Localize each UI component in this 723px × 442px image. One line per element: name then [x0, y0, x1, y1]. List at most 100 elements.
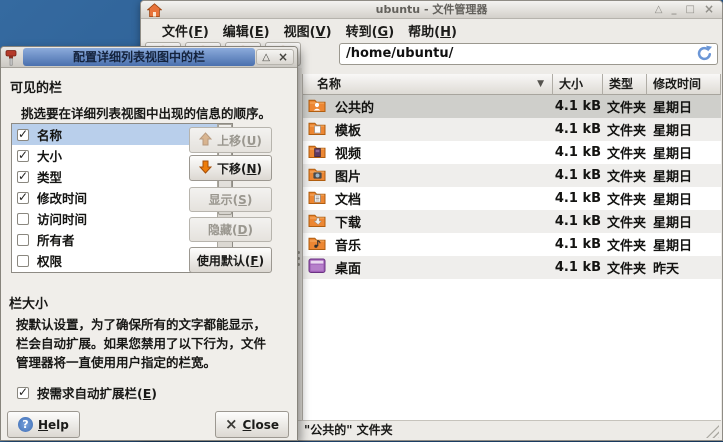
- help-icon: [18, 417, 33, 432]
- file-row[interactable]: 图片4.1 kB文件夹星期日: [303, 164, 721, 187]
- dialog-shade-icon[interactable]: [262, 52, 270, 63]
- button-label: 显示(S): [209, 191, 253, 208]
- menu-item-help[interactable]: 帮助(H): [401, 20, 464, 41]
- public-folder-icon: [308, 97, 326, 117]
- column-header-modified[interactable]: 修改时间: [647, 74, 721, 95]
- documents-folder-icon: [308, 189, 326, 209]
- menubar: 文件(F)编辑(E)视图(V)转到(G)帮助(H): [141, 19, 722, 41]
- file-type-cell: 文件夹: [603, 97, 647, 116]
- auto-expand-checkbox-row[interactable]: 按需求自动扩展栏(E): [17, 383, 157, 402]
- column-list-item[interactable]: 类型: [12, 166, 217, 187]
- file-row[interactable]: 桌面4.1 kB文件夹昨天: [303, 256, 721, 279]
- file-type-cell: 文件夹: [603, 120, 647, 139]
- minimize-icon[interactable]: [671, 1, 676, 19]
- file-name-cell: 下载: [303, 212, 553, 232]
- column-header-type[interactable]: 类型: [603, 74, 647, 95]
- column-checkbox[interactable]: [17, 255, 29, 267]
- file-name-cell: 视频: [303, 143, 553, 163]
- file-name-cell: 文档: [303, 189, 553, 209]
- column-list-item[interactable]: 大小: [12, 145, 217, 166]
- file-name-label: 模板: [335, 120, 361, 139]
- resize-grip[interactable]: [706, 425, 719, 438]
- move-up-button: 上移(U): [189, 127, 272, 153]
- dialog-titlebar[interactable]: 配置详细列表视图中的栏: [1, 47, 297, 68]
- file-name-cell: 音乐: [303, 235, 553, 255]
- column-checkbox[interactable]: [17, 234, 29, 246]
- maximize-icon[interactable]: [685, 1, 694, 19]
- menu-item-go[interactable]: 转到(G): [339, 20, 402, 41]
- column-label: 名称: [37, 125, 62, 144]
- location-input[interactable]: /home/ubuntu/: [339, 43, 718, 65]
- file-type-cell: 文件夹: [603, 166, 647, 185]
- file-type-cell: 文件夹: [603, 189, 647, 208]
- description-line: 管理器将一直使用用户指定的栏宽。: [16, 353, 266, 372]
- file-name-label: 公共的: [335, 97, 374, 116]
- column-list-item[interactable]: 权限: [12, 250, 217, 271]
- close-icon[interactable]: [704, 0, 714, 20]
- menu-item-view[interactable]: 视图(V): [277, 20, 339, 41]
- show-button: 显示(S): [189, 187, 272, 212]
- column-checkbox[interactable]: [17, 171, 29, 183]
- column-checkbox[interactable]: [17, 192, 29, 204]
- column-checkbox[interactable]: [17, 213, 29, 225]
- dialog-title: 配置详细列表视图中的栏: [23, 47, 255, 68]
- file-type-cell: 文件夹: [603, 235, 647, 254]
- columns-list: 名称大小类型修改时间访问时间所有者权限: [12, 124, 217, 272]
- file-size-cell: 4.1 kB: [553, 191, 603, 206]
- file-name-label: 下载: [335, 212, 361, 231]
- file-row[interactable]: 视频4.1 kB文件夹星期日: [303, 141, 721, 164]
- file-name-label: 图片: [335, 166, 361, 185]
- use-default-button[interactable]: 使用默认(F): [189, 247, 272, 273]
- videos-folder-icon: [308, 143, 326, 163]
- file-size-cell: 4.1 kB: [553, 168, 603, 183]
- list-column-headers: 名称▼大小类型修改时间: [303, 74, 721, 95]
- column-size-description: 按默认设置，为了确保所有的文字都能显示，栏会自动扩展。如果您禁用了以下行为，文件…: [16, 315, 266, 372]
- file-row[interactable]: 文档4.1 kB文件夹星期日: [303, 187, 721, 210]
- help-button[interactable]: Help: [7, 411, 80, 438]
- menu-item-edit[interactable]: 编辑(E): [216, 20, 277, 41]
- column-checkbox[interactable]: [17, 129, 29, 141]
- screwdriver-icon: [4, 49, 21, 70]
- file-row[interactable]: 音乐4.1 kB文件夹星期日: [303, 233, 721, 256]
- down-arrow-icon: [199, 160, 212, 177]
- file-name-cell: 桌面: [303, 258, 553, 278]
- column-label: 权限: [37, 251, 62, 270]
- refresh-icon[interactable]: [696, 45, 714, 63]
- column-label: 大小: [37, 146, 62, 165]
- main-window-titlebar[interactable]: ubuntu - 文件管理器: [141, 1, 722, 19]
- column-header-name[interactable]: 名称▼: [303, 74, 553, 95]
- file-modified-cell: 星期日: [647, 235, 721, 254]
- file-size-cell: 4.1 kB: [553, 237, 603, 252]
- main-window-controls: [655, 1, 714, 19]
- desktop: ubuntu - 文件管理器 文件(F)编辑(E)视图(V)转到(G)帮助(H)…: [0, 0, 723, 442]
- column-label: 所有者: [37, 230, 75, 249]
- list-rows: 公共的4.1 kB文件夹星期日模板4.1 kB文件夹星期日视频4.1 kB文件夹…: [303, 95, 721, 420]
- file-name-cell: 图片: [303, 166, 553, 186]
- column-list-item[interactable]: 访问时间: [12, 208, 217, 229]
- file-name-cell: 模板: [303, 120, 553, 140]
- column-list-item[interactable]: 修改时间: [12, 187, 217, 208]
- close-button[interactable]: Close: [215, 411, 289, 438]
- hide-button: 隐藏(D): [189, 217, 272, 242]
- menu-item-file[interactable]: 文件(F): [155, 20, 216, 41]
- file-row[interactable]: 公共的4.1 kB文件夹星期日: [303, 95, 721, 118]
- file-type-cell: 文件夹: [603, 143, 647, 162]
- file-name-label: 文档: [335, 189, 361, 208]
- column-header-size[interactable]: 大小: [553, 74, 603, 95]
- file-name-cell: 公共的: [303, 97, 553, 117]
- file-size-cell: 4.1 kB: [553, 260, 603, 275]
- column-checkbox[interactable]: [17, 150, 29, 162]
- auto-expand-checkbox[interactable]: [17, 387, 29, 399]
- column-list-item[interactable]: 所有者: [12, 229, 217, 250]
- column-label: 修改时间: [37, 188, 87, 207]
- column-list-item[interactable]: 名称: [12, 124, 217, 145]
- file-row[interactable]: 下载4.1 kB文件夹星期日: [303, 210, 721, 233]
- sort-indicator-icon: ▼: [537, 74, 544, 94]
- file-row[interactable]: 模板4.1 kB文件夹星期日: [303, 118, 721, 141]
- dialog-close-icon[interactable]: [278, 50, 288, 64]
- desktop-folder-icon: [308, 258, 326, 278]
- shade-icon[interactable]: [655, 1, 663, 19]
- file-modified-cell: 昨天: [647, 258, 721, 277]
- button-label: 隐藏(D): [208, 221, 253, 238]
- move-down-button[interactable]: 下移(N): [189, 155, 272, 181]
